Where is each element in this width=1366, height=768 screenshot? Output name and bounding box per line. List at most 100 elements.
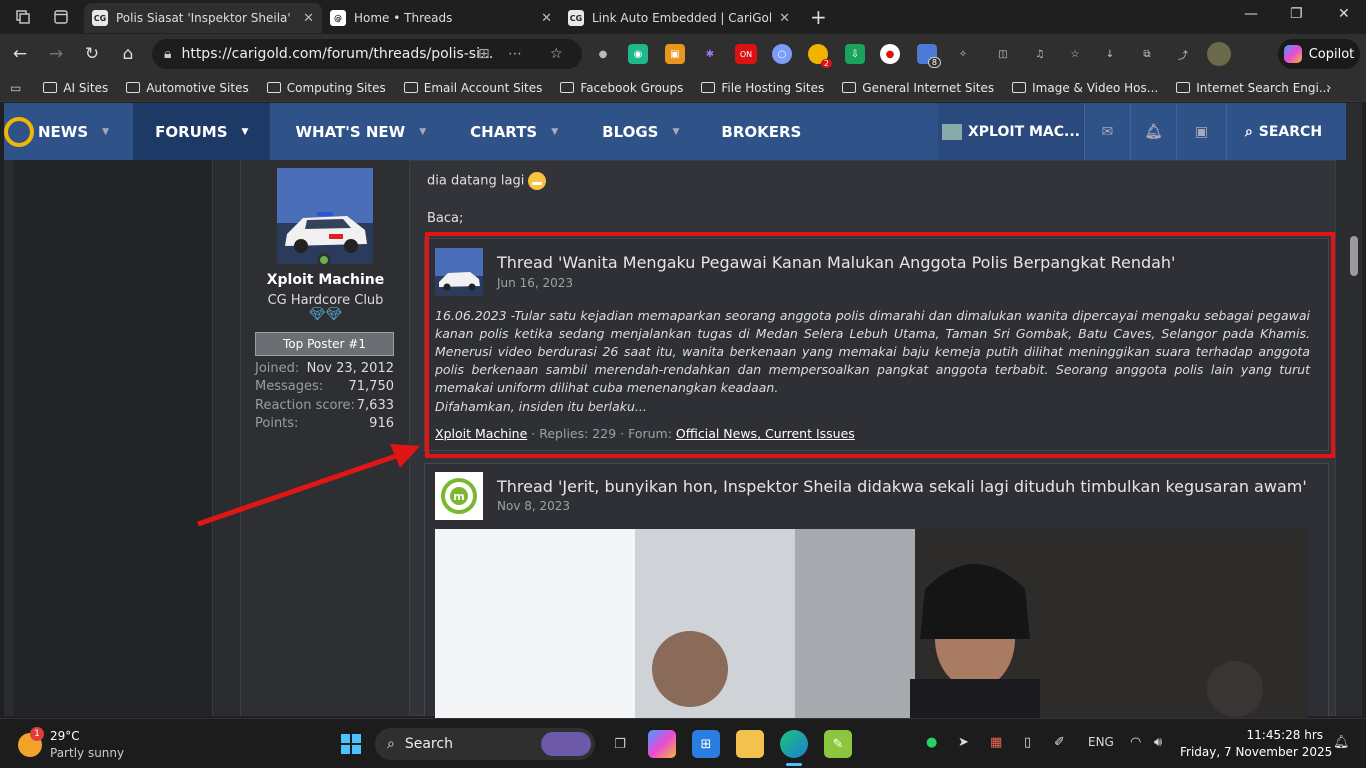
telegram-tray-icon[interactable]: ➤ — [958, 735, 969, 750]
forward-icon[interactable]: → — [38, 44, 74, 64]
tab-polis-siasat[interactable]: CG Polis Siasat 'Inspektor Sheila' Pert … — [84, 3, 322, 33]
bookmark-file-hosting-sites[interactable]: File Hosting Sites — [701, 81, 824, 95]
pen-tray-icon[interactable]: ✐ — [1054, 735, 1065, 750]
bookmark-automotive-sites[interactable]: Automotive Sites — [126, 81, 249, 95]
tab-link-auto-embedded[interactable]: CG Link Auto Embedded | CariGold Fo ✕ — [560, 3, 798, 33]
notepad-plus-icon[interactable]: ✎ — [824, 730, 852, 758]
media-icon[interactable]: ♫ — [1030, 44, 1050, 64]
close-tab-icon[interactable]: ✕ — [303, 11, 314, 26]
scrollbar-thumb[interactable] — [1350, 236, 1358, 276]
close-tab-icon[interactable]: ✕ — [779, 11, 790, 26]
share-icon[interactable]: ⤴ — [1173, 44, 1193, 64]
favorites-icon[interactable]: ☆ — [1065, 44, 1085, 64]
more-tools-icon[interactable]: ⋯ — [508, 46, 522, 62]
username[interactable]: Xploit Machine — [241, 272, 410, 288]
screenshot-icon[interactable]: ⧉ — [1137, 44, 1157, 64]
clock[interactable]: 11:45:28 hrs Friday, 7 November 2025 — [1180, 728, 1332, 759]
language-indicator[interactable]: ENG — [1088, 735, 1114, 749]
volume-icon[interactable]: 🔊︎ — [1154, 735, 1162, 750]
nav-label: WHAT'S NEW — [295, 122, 406, 141]
stat-value: 71,750 — [348, 379, 395, 394]
nav-whats-new[interactable]: WHAT'S NEW ▼ — [270, 103, 448, 160]
extension-user-icon[interactable]: 8 — [917, 44, 941, 68]
nav-forums[interactable]: FORUMS ▼ — [133, 103, 271, 160]
extension-google-icon[interactable]: 2 — [808, 44, 832, 68]
task-view-icon[interactable]: ❐ — [606, 730, 634, 758]
app-available-icon[interactable]: ⊞ — [478, 46, 490, 62]
app-tray-icon[interactable]: ▦ — [990, 735, 1002, 750]
tab-threads[interactable]: @ Home • Threads ✕ — [322, 3, 560, 33]
file-explorer-icon[interactable] — [736, 730, 764, 758]
new-tab-icon[interactable]: + — [810, 5, 827, 29]
notifications-bell-icon[interactable]: 🔔︎ — [1333, 735, 1350, 750]
alerts-bell-icon[interactable]: 🔔︎ — [1130, 103, 1176, 160]
address-bar[interactable]: 🔒︎ https://carigold.com/forum/threads/po… — [152, 39, 582, 69]
more-bookmarks-chevron-icon[interactable]: › — [1326, 80, 1332, 96]
back-icon[interactable]: ← — [2, 44, 38, 64]
clock-time: 11:45:28 hrs — [1246, 728, 1324, 742]
split-screen-icon[interactable]: ◫ — [993, 44, 1013, 64]
extension-red-dot-icon[interactable]: ● — [880, 44, 900, 64]
page-scrollbar[interactable] — [1346, 103, 1362, 716]
favorite-star-icon[interactable]: ☆ — [550, 46, 563, 62]
bookmark-email-account-sites[interactable]: Email Account Sites — [403, 81, 542, 95]
nav-blogs[interactable]: BLOGS ▼ — [580, 103, 701, 160]
bookmark-ai-sites[interactable]: AI Sites — [43, 81, 108, 95]
extension-purple-icon[interactable]: ✱ — [700, 44, 720, 64]
copilot-app-icon[interactable] — [648, 730, 676, 758]
embedded-thread-card[interactable]: m Thread 'Jerit, bunyikan hon, Inspektor… — [424, 463, 1329, 719]
bookmark-computing-sites[interactable]: Computing Sites — [266, 80, 386, 95]
bookmark-label: AI Sites — [63, 80, 109, 95]
microsoft-store-icon[interactable]: ⊞ — [692, 730, 720, 758]
inbox-icon[interactable]: ✉ — [1084, 103, 1130, 160]
nav-user-account[interactable]: XPLOIT MAC... — [938, 103, 1084, 160]
user-avatar-image[interactable] — [277, 168, 373, 264]
weather-widget[interactable]: 1 29°C Partly sunny — [16, 727, 136, 763]
bookmark-general-internet-sites[interactable]: General Internet Sites — [842, 81, 994, 95]
bookmark-internet-search-engines[interactable]: Internet Search Engi... — [1176, 81, 1330, 95]
site-info-icon[interactable]: 🔒︎ — [164, 46, 171, 62]
caret-down-icon: ▼ — [102, 126, 110, 137]
profile-avatar[interactable] — [1207, 42, 1231, 66]
home-icon[interactable]: ⌂ — [110, 44, 146, 64]
extension-mic-icon[interactable]: ● — [593, 44, 613, 64]
extensions-icon[interactable]: ✧ — [953, 44, 973, 64]
thread-news-photo — [435, 529, 1308, 719]
wallet-icon[interactable]: ▣ — [1176, 103, 1226, 160]
tab-actions-icon[interactable] — [50, 6, 72, 28]
nav-news[interactable]: NEWS ▼ — [4, 103, 131, 160]
workspaces-icon[interactable] — [12, 6, 34, 28]
extension-green-icon[interactable]: ◉ — [628, 44, 648, 64]
minimize-icon[interactable]: — — [1244, 6, 1258, 22]
reading-list-icon[interactable]: ▭ — [10, 81, 21, 95]
copilot-button[interactable]: Copilot — [1278, 39, 1360, 69]
close-tab-icon[interactable]: ✕ — [541, 11, 552, 26]
address-toolbar: ← → ↻ ⌂ 🔒︎ https://carigold.com/forum/th… — [0, 34, 1366, 74]
extension-on-icon[interactable]: ON — [735, 44, 757, 64]
extension-download-icon[interactable]: ⇩ — [845, 44, 865, 64]
extension-orange-icon[interactable]: ▣ — [665, 44, 685, 64]
usb-tray-icon[interactable]: ▯ — [1024, 735, 1031, 750]
restore-icon[interactable]: ❐ — [1290, 6, 1303, 22]
start-windows-icon[interactable] — [337, 730, 365, 758]
nav-brokers[interactable]: BROKERS — [701, 103, 823, 160]
bookmark-image-video-hosting[interactable]: Image & Video Hos... — [1012, 81, 1158, 95]
thread-title[interactable]: Thread 'Jerit, bunyikan hon, Inspektor S… — [497, 477, 1307, 496]
edge-browser-icon[interactable] — [780, 730, 808, 758]
bookmark-facebook-groups[interactable]: Facebook Groups — [560, 81, 683, 95]
nav-charts[interactable]: CHARTS ▼ — [448, 103, 580, 160]
nav-search[interactable]: ⌕ SEARCH — [1226, 103, 1340, 160]
site-navigation: NEWS ▼ FORUMS ▼ WHAT'S NEW ▼ CHARTS ▼ BLOGS ▼… — [4, 103, 1362, 160]
extension-blue-circle-icon[interactable]: ○ — [772, 44, 792, 64]
bookmark-label: Computing Sites — [286, 80, 386, 95]
refresh-icon[interactable]: ↻ — [74, 44, 110, 64]
downloads-icon[interactable]: ↓ — [1100, 44, 1120, 64]
carigold-logo-icon — [4, 116, 34, 147]
taskbar-search[interactable]: ⌕ Search — [375, 728, 595, 760]
malaysiakini-logo-icon: m — [435, 472, 483, 520]
wifi-icon[interactable]: ◠ — [1130, 735, 1141, 750]
whatsapp-tray-icon[interactable]: ● — [926, 735, 937, 750]
highlight-box — [425, 232, 1335, 458]
close-window-icon[interactable]: ✕ — [1338, 6, 1350, 22]
url-text[interactable]: https://carigold.com/forum/threads/polis… — [181, 46, 493, 62]
